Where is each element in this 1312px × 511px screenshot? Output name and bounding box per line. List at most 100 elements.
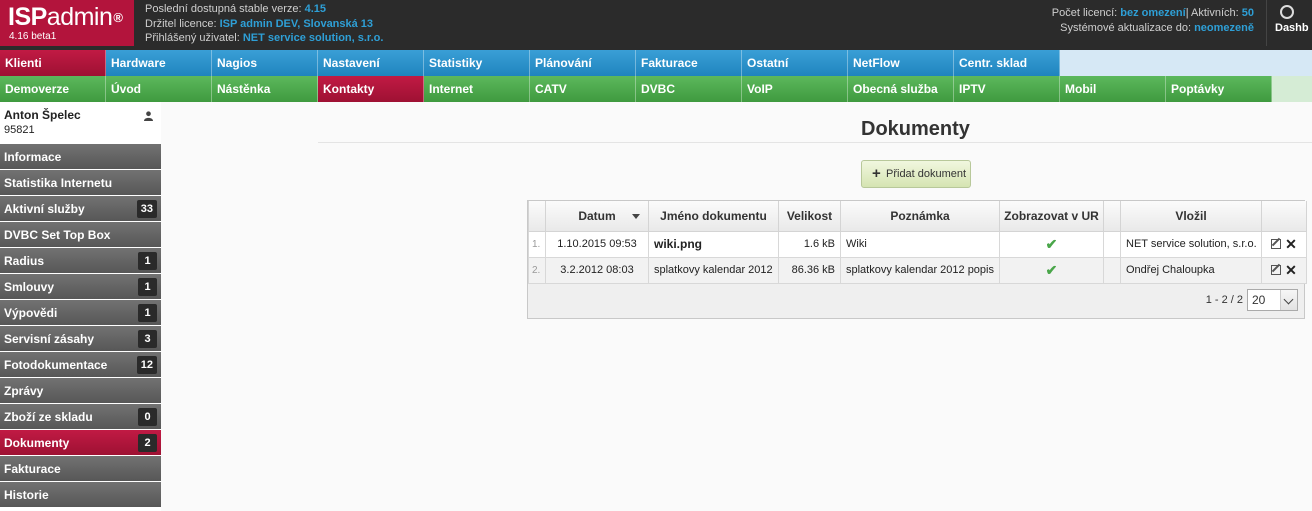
brand-mark: ® (113, 10, 123, 25)
submenu-nastenka[interactable]: Nástěnka (212, 76, 318, 102)
sidebar-item-label: DVBC Set Top Box (4, 228, 111, 242)
cell-note: splatkovy kalendar 2012 popis (840, 256, 1000, 284)
menu-ostatni[interactable]: Ostatní (742, 50, 848, 76)
submenu-poptavky[interactable]: Poptávky (1166, 76, 1272, 102)
dashboard-button[interactable]: Dashb (1266, 0, 1312, 46)
menu-netflow[interactable]: NetFlow (848, 50, 954, 76)
sidebar-item-aktivni-sluzby[interactable]: Aktivní služby 33 (0, 196, 161, 222)
row-number: 1. (528, 230, 546, 258)
edit-icon[interactable] (1271, 265, 1282, 275)
cell-show-in-ur: ✔ (999, 256, 1104, 284)
cell-empty (1103, 230, 1121, 258)
sidebar-item-servisni-zasahy[interactable]: Servisní zásahy 3 (0, 326, 161, 352)
active-label: | Aktivních: (1185, 7, 1242, 19)
submenu-mobil[interactable]: Mobil (1060, 76, 1166, 102)
pager-text: 1 - 2 / 2 (1205, 294, 1243, 306)
sidebar-item-radius[interactable]: Radius 1 (0, 248, 161, 274)
licence-value: bez omezení (1120, 7, 1186, 19)
cell-actions: ✕ (1261, 230, 1307, 258)
stable-version-value[interactable]: 4.15 (305, 3, 326, 15)
sub-menu: Demoverze Úvod Nástěnka Kontakty Interne… (0, 76, 1312, 102)
user-icon[interactable] (144, 111, 153, 121)
sidebar-item-informace[interactable]: Informace (0, 144, 161, 170)
submenu-obecna-sluzba[interactable]: Obecná služba (848, 76, 954, 102)
ispadmin-logo[interactable]: ISPadmin® 4.16 beta1 (0, 0, 134, 46)
menu-nagios[interactable]: Nagios (212, 50, 318, 76)
submenu-dvbc[interactable]: DVBC (636, 76, 742, 102)
submenu-voip[interactable]: VoIP (742, 76, 848, 102)
sidebar-item-dvbc-set-top-box[interactable]: DVBC Set Top Box (0, 222, 161, 248)
table-row[interactable]: 1. 1.10.2015 09:53 wiki.png 1.6 kB Wiki … (528, 230, 1307, 258)
dashboard-icon (1280, 5, 1294, 19)
sidebar-item-label: Statistika Internetu (4, 176, 113, 190)
cell-document-name[interactable]: wiki.png (648, 230, 779, 258)
sidebar-item-statistika-internetu[interactable]: Statistika Internetu (0, 170, 161, 196)
menu-fakturace[interactable]: Fakturace (636, 50, 742, 76)
table-row[interactable]: 2. 3.2.2012 08:03 splatkovy kalendar 201… (528, 256, 1307, 284)
submenu-demoverze[interactable]: Demoverze (0, 76, 106, 102)
sidebar-item-label: Fotodokumentace (4, 358, 108, 372)
sidebar-item-label: Historie (4, 488, 49, 502)
menu-statistiky[interactable]: Statistiky (424, 50, 530, 76)
add-document-label: Přidat dokument (886, 168, 967, 180)
page-title: Dokumenty (861, 118, 970, 140)
cell-actions: ✕ (1261, 256, 1307, 284)
column-header-label: Datum (578, 208, 616, 223)
sidebar-item-dokumenty[interactable]: Dokumenty 2 (0, 430, 161, 456)
column-header-index (528, 201, 546, 232)
column-header-datum[interactable]: Datum (545, 201, 649, 232)
info-label: Přihlášený uživatel: (145, 32, 243, 44)
column-header-vlozil[interactable]: Vložil (1120, 201, 1262, 232)
column-header-velikost[interactable]: Velikost (778, 201, 841, 232)
active-value: 50 (1241, 7, 1254, 19)
count-badge: 1 (138, 278, 157, 296)
cell-inserted-by: NET service solution, s.r.o. (1120, 230, 1262, 258)
pager: 1 - 2 / 2 20 (1206, 289, 1298, 311)
page-size-select[interactable]: 20 (1247, 289, 1298, 311)
column-header-zobrazovat-v-ur[interactable]: Zobrazovat v UR (999, 201, 1104, 232)
sidebar-item-vypovedi[interactable]: Výpovědi 1 (0, 300, 161, 326)
client-id: 95821 (4, 124, 35, 136)
edit-icon[interactable] (1271, 239, 1282, 249)
chevron-down-icon[interactable] (1280, 290, 1297, 310)
count-badge: 1 (138, 252, 157, 270)
menu-centr-sklad[interactable]: Centr. sklad (954, 50, 1060, 76)
sidebar-item-zpravy[interactable]: Zprávy (0, 378, 161, 404)
menu-nastaveni[interactable]: Nastavení (318, 50, 424, 76)
column-header-jmeno[interactable]: Jméno dokumentu (648, 201, 779, 232)
check-icon: ✔ (1045, 261, 1058, 278)
cell-date: 3.2.2012 08:03 (545, 256, 649, 284)
column-header-poznamka[interactable]: Poznámka (840, 201, 1000, 232)
sidebar-item-label: Informace (4, 150, 62, 164)
brand-thin: admin (46, 3, 113, 31)
menu-hardware[interactable]: Hardware (106, 50, 212, 76)
submenu-iptv[interactable]: IPTV (954, 76, 1060, 102)
sidebar-item-zbozi-ze-skladu[interactable]: Zboží ze skladu 0 (0, 404, 161, 430)
submenu-internet[interactable]: Internet (424, 76, 530, 102)
sidebar-item-label: Dokumenty (4, 436, 70, 450)
delete-icon[interactable]: ✕ (1285, 262, 1297, 278)
sidebar-item-label: Zprávy (4, 384, 44, 398)
column-header-empty (1103, 201, 1121, 232)
menu-klienti[interactable]: Klienti (0, 50, 106, 76)
count-badge: 33 (136, 200, 157, 218)
menu-planovani[interactable]: Plánování (530, 50, 636, 76)
delete-icon[interactable]: ✕ (1285, 236, 1297, 252)
sidebar-item-fotodokumentace[interactable]: Fotodokumentace 12 (0, 352, 161, 378)
cell-date: 1.10.2015 09:53 (545, 230, 649, 258)
sidebar-item-historie[interactable]: Historie (0, 482, 161, 508)
cell-empty (1103, 256, 1121, 284)
licence-holder-value[interactable]: ISP admin DEV, Slovanská 13 (220, 18, 373, 30)
updates-value: neomezeně (1194, 21, 1254, 34)
submenu-catv[interactable]: CATV (530, 76, 636, 102)
sidebar-item-label: Fakturace (4, 462, 61, 476)
sort-desc-icon[interactable] (632, 214, 640, 219)
add-document-button[interactable]: + Přidat dokument (861, 160, 971, 188)
sidebar-item-smlouvy[interactable]: Smlouvy 1 (0, 274, 161, 300)
submenu-uvod[interactable]: Úvod (106, 76, 212, 102)
sidebar-item-label: Servisní zásahy (4, 332, 95, 346)
submenu-kontakty[interactable]: Kontakty (318, 76, 424, 102)
logged-user-value[interactable]: NET service solution, s.r.o. (243, 32, 384, 44)
sidebar-item-fakturace[interactable]: Fakturace (0, 456, 161, 482)
cell-document-name[interactable]: splatkovy kalendar 2012 (648, 256, 779, 284)
